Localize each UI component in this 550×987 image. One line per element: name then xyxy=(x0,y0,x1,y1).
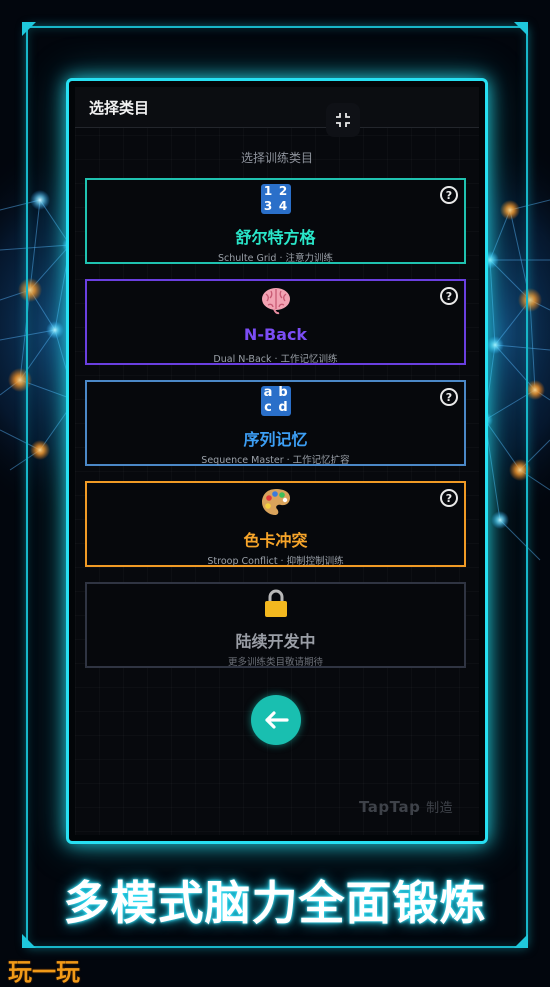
lock-icon xyxy=(264,589,287,617)
category-card-coming-soon: 陆续开发中 更多训练类目敬请期待 xyxy=(85,582,466,668)
exit-fullscreen-icon xyxy=(336,113,350,127)
card-title: 色卡冲突 xyxy=(243,531,308,550)
card-title: 舒尔特方格 xyxy=(235,228,316,247)
category-card-sequence[interactable]: a b c d 序列记忆 Sequence Master · 工作记忆扩容 ? xyxy=(85,380,466,466)
corner-logo: 玩一玩 xyxy=(8,958,80,986)
card-description: Stroop Conflict · 抑制控制训练 xyxy=(207,556,344,567)
card-title: N-Back xyxy=(243,325,308,344)
page-title: 选择类目 xyxy=(89,99,150,117)
card-title: 序列记忆 xyxy=(243,430,308,449)
palette-icon xyxy=(261,489,290,515)
app-screen: 选择类目 选择训练类目 1 2 3 4 舒尔特方格 Schulte Grid ·… xyxy=(75,87,479,835)
phone-frame: 选择类目 选择训练类目 1 2 3 4 舒尔特方格 Schulte Grid ·… xyxy=(66,78,488,844)
number-grid-icon: 1 2 3 4 xyxy=(260,184,291,214)
card-title: 陆续开发中 xyxy=(235,632,316,651)
help-icon[interactable]: ? xyxy=(440,186,458,204)
promo-banner-text: 多模式脑力全面锻炼 xyxy=(63,876,487,930)
card-description: Schulte Grid · 注意力训练 xyxy=(217,253,334,264)
help-icon[interactable]: ? xyxy=(440,287,458,305)
abcd-letters-icon: a b c d xyxy=(260,386,291,416)
help-icon[interactable]: ? xyxy=(440,388,458,406)
back-button[interactable] xyxy=(251,695,301,745)
help-icon[interactable]: ? xyxy=(440,489,458,507)
arrow-left-icon xyxy=(265,711,289,729)
exit-fullscreen-button[interactable] xyxy=(326,103,360,137)
category-card-stroop[interactable]: 色卡冲突 Stroop Conflict · 抑制控制训练 ? xyxy=(85,481,466,567)
card-description: 更多训练类目敬请期待 xyxy=(227,657,323,668)
brain-icon xyxy=(261,288,290,315)
category-card-schulte[interactable]: 1 2 3 4 舒尔特方格 Schulte Grid · 注意力训练 ? xyxy=(85,178,466,264)
top-bar: 选择类目 xyxy=(75,87,479,128)
taptap-watermark: TapTap 制造 xyxy=(359,798,454,816)
card-description: Sequence Master · 工作记忆扩容 xyxy=(201,455,350,466)
section-subtitle: 选择训练类目 xyxy=(240,151,313,165)
card-description: Dual N-Back · 工作记忆训练 xyxy=(213,354,338,365)
category-card-nback[interactable]: N-Back Dual N-Back · 工作记忆训练 ? xyxy=(85,279,466,365)
